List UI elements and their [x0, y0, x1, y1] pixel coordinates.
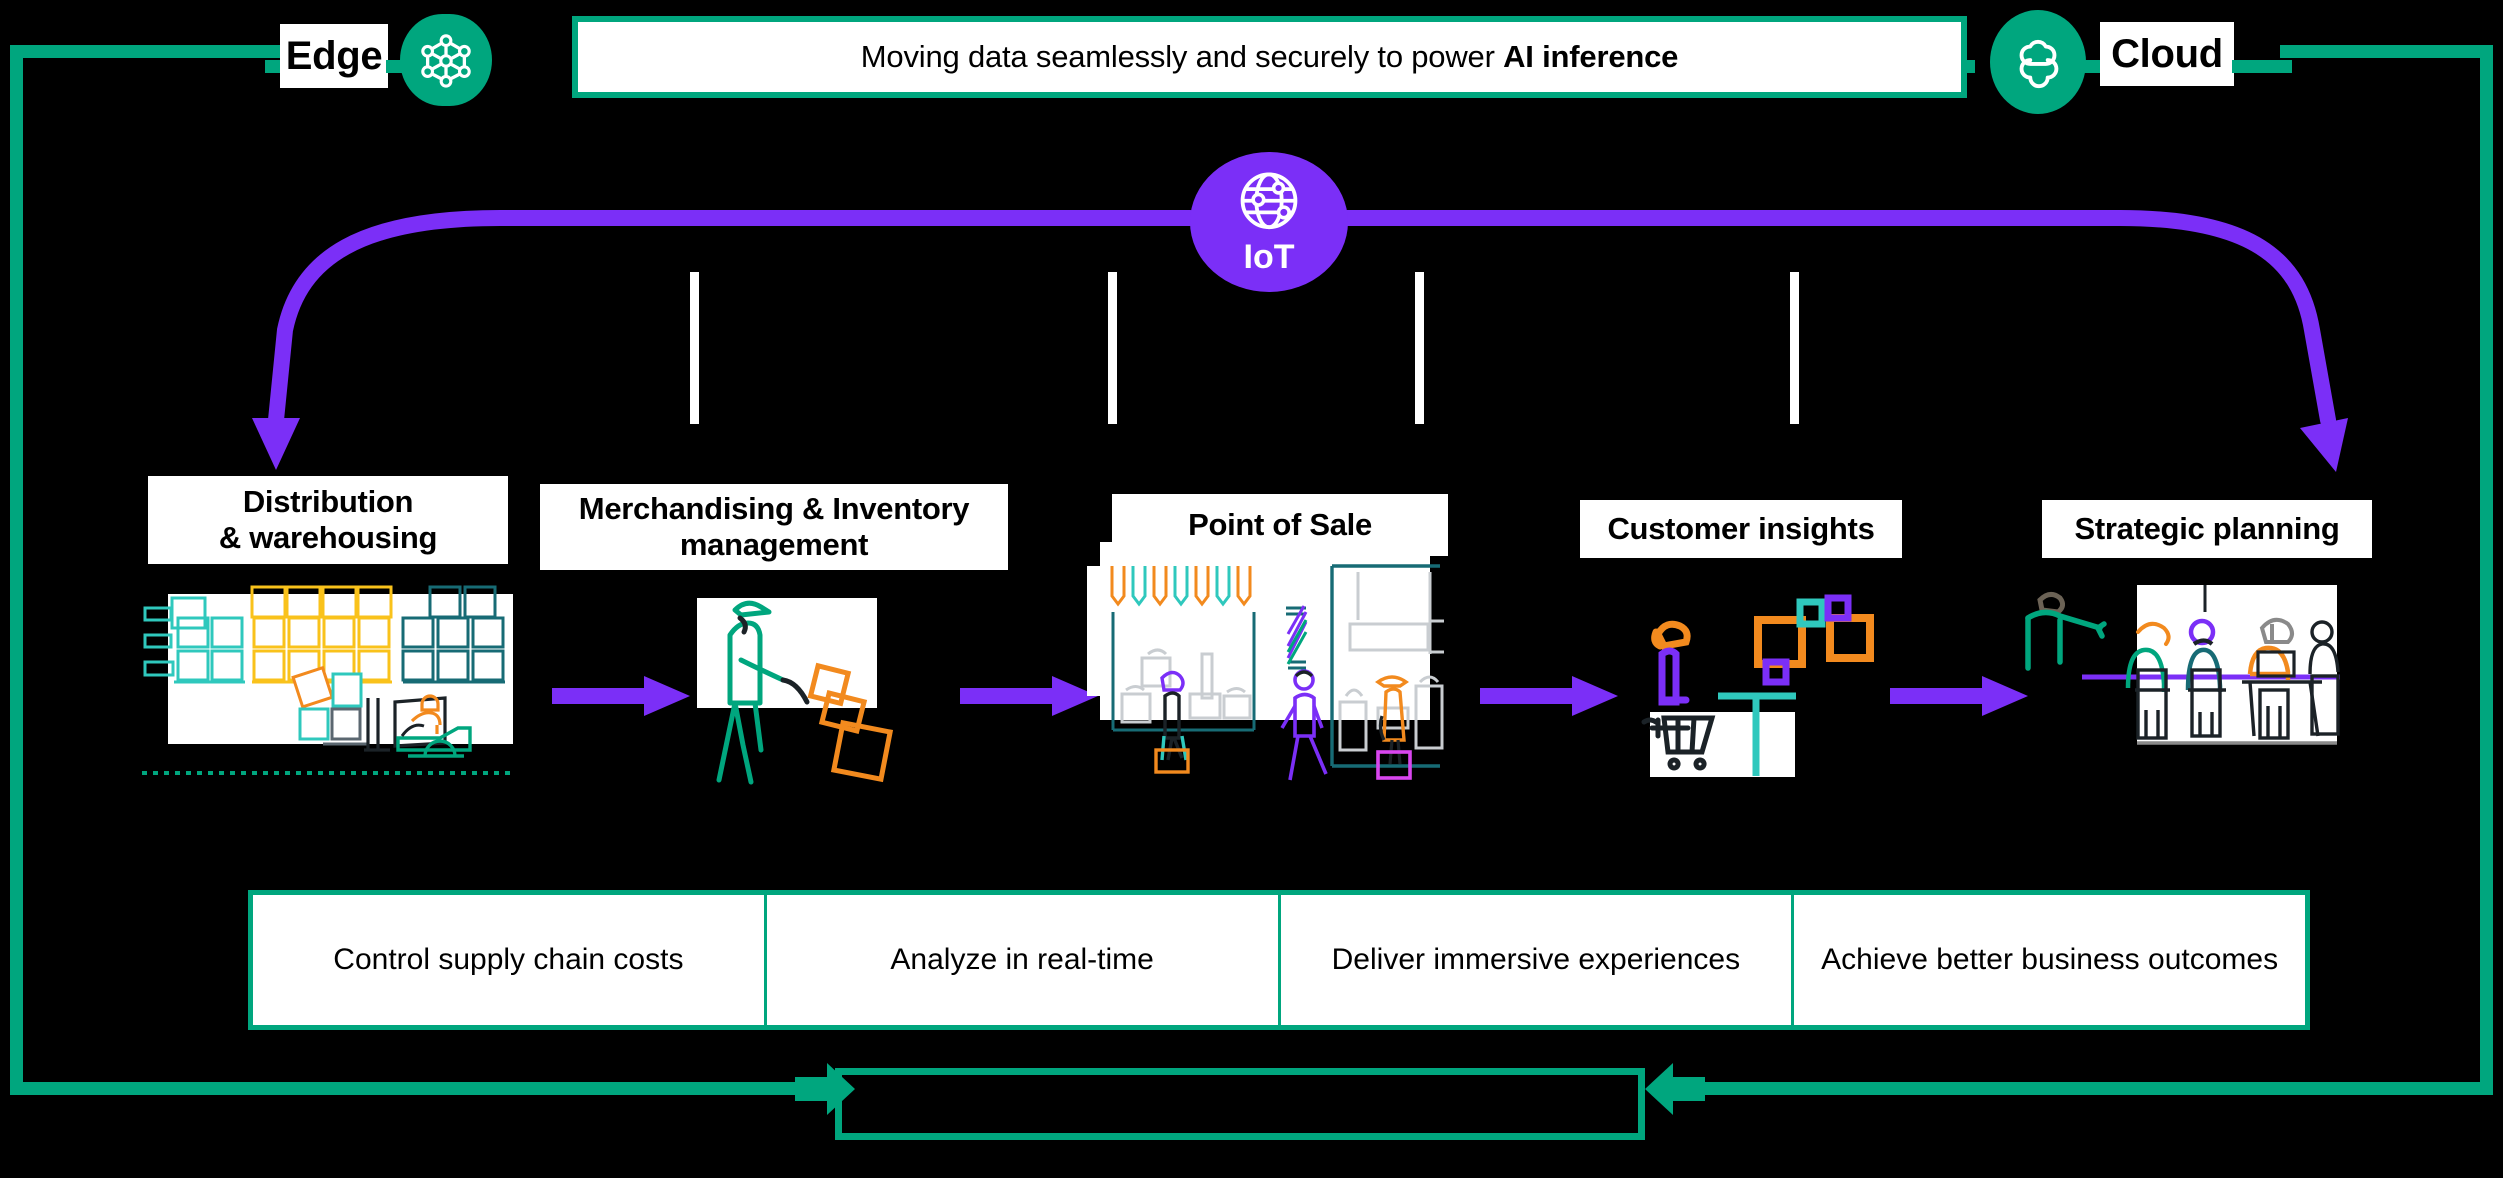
frame-bottom-right-stub [1660, 1082, 2493, 1095]
stage-label-line1: Strategic planning [2074, 511, 2340, 547]
benefit-analyze-in-real-time[interactable]: Analyze in real-time [767, 895, 1281, 1025]
stage-arrow-2 [960, 676, 1098, 716]
separator-tick-2 [1108, 272, 1117, 424]
iot-label: IoT [1243, 237, 1295, 276]
bottom-callout-box[interactable] [835, 1068, 1645, 1140]
benefit-label: Achieve better business outcomes [1821, 942, 2279, 976]
stage-label-distribution-warehousing[interactable]: Distribution & warehousing [148, 476, 508, 564]
stage-label-merchandising-inventory[interactable]: Merchandising & Inventory management [540, 484, 1008, 570]
stage-arrow-4 [1890, 676, 2028, 716]
stage-label-line2: & warehousing [218, 520, 438, 555]
benefit-control-supply-chain-costs[interactable]: Control supply chain costs [253, 895, 767, 1025]
separator-tick-3 [1415, 272, 1424, 424]
benefit-label: Control supply chain costs [333, 942, 684, 976]
meeting-presentation-illustration [2010, 570, 2340, 790]
stage-label-line1: Distribution [242, 484, 414, 520]
stage-label-customer-insights[interactable]: Customer insights [1580, 500, 1902, 558]
stage-arrow-3 [1480, 676, 1618, 716]
frame-bottom-left-stub [10, 1082, 825, 1095]
separator-tick-1 [690, 272, 699, 424]
diagram-canvas: Edge Moving data seamlessly and securely… [0, 0, 2503, 1178]
bottom-right-arrowhead [1645, 1063, 1705, 1115]
stage-label-strategic-planning[interactable]: Strategic planning [2042, 500, 2372, 558]
benefit-label: Analyze in real-time [890, 942, 1154, 976]
storefront-shoppers-illustration [1082, 536, 1462, 786]
benefit-achieve-better-business-outcomes[interactable]: Achieve better business outcomes [1794, 895, 2305, 1025]
iot-node[interactable]: IoT [1190, 152, 1348, 292]
separator-tick-4 [1790, 272, 1799, 424]
benefits-strip: Control supply chain costs Analyze in re… [248, 890, 2310, 1030]
globe-network-icon [1240, 171, 1298, 229]
benefit-deliver-immersive-experiences[interactable]: Deliver immersive experiences [1281, 895, 1795, 1025]
stage-label-line1: Merchandising & Inventory [578, 491, 970, 527]
warehouse-forklift-illustration [140, 578, 520, 793]
stage-label-line2: management [679, 527, 869, 562]
stage-label-line1: Customer insights [1607, 511, 1875, 547]
shopper-data-squares-illustration [1600, 570, 1920, 810]
stage-arrow-1 [552, 676, 690, 716]
worker-handtruck-illustration [683, 590, 933, 790]
benefit-label: Deliver immersive experiences [1331, 942, 1741, 976]
